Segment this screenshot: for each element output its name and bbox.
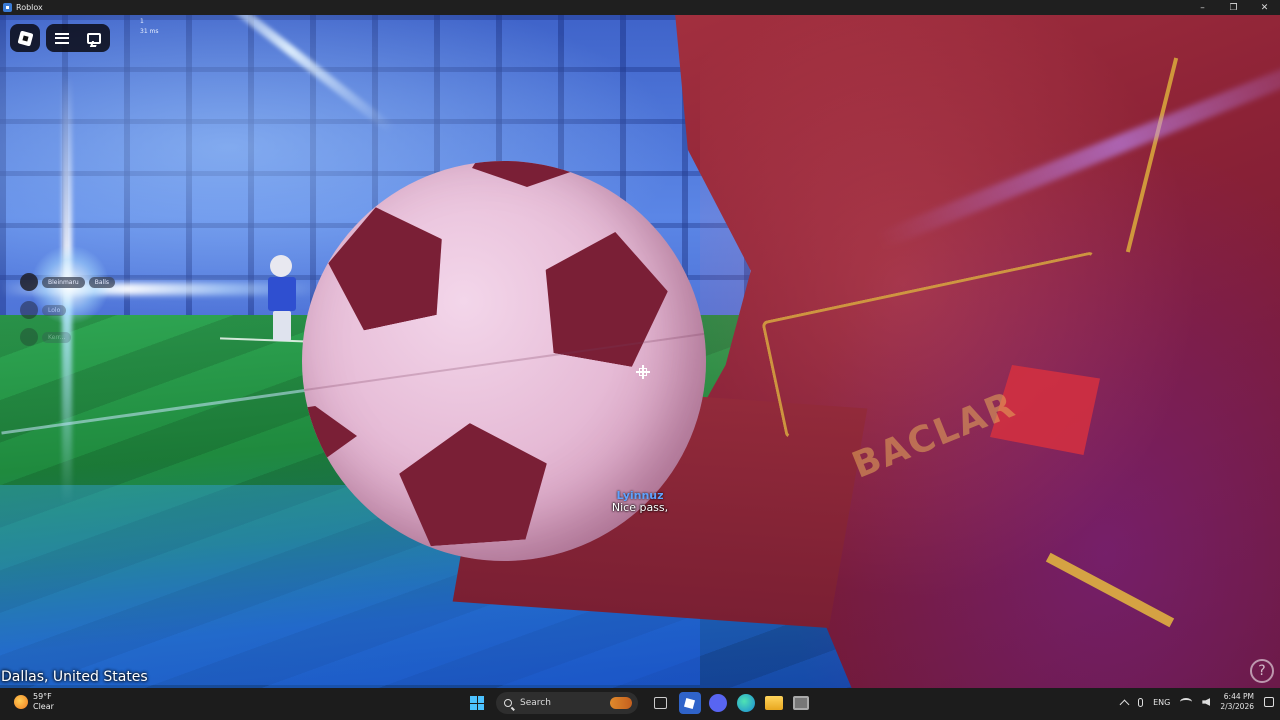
bubble-chat-message: Nice pass, [611,501,669,514]
taskbar-clock[interactable]: 6:44 PM 2/3/2026 [1220,692,1254,712]
performance-stats: 1 31 ms [140,17,159,37]
minimize-icon[interactable]: – [1187,3,1218,13]
player-list-row[interactable]: Bleinmaru Balls [20,273,116,291]
system-tray: ENG 6:44 PM 2/3/2026 [1111,692,1274,712]
player-list-row[interactable]: Lolo [20,301,67,319]
notification-icon[interactable] [1264,697,1274,707]
discord-icon[interactable] [709,694,727,712]
roblox-toolbar [46,24,110,52]
help-button[interactable]: ? [1250,659,1274,683]
weather-temp: 59°F [33,692,52,701]
clock-date: 2/3/2026 [1220,702,1254,711]
player-torso [268,277,296,311]
ball-seam [303,332,705,392]
player-legs [273,311,291,341]
ball-panel [472,161,582,187]
start-button[interactable] [466,692,488,714]
player-name: Lolo [42,304,67,316]
window-controls: – ❐ ✕ [1187,3,1280,13]
taskbar: 59°F Clear Search ENG 6:44 PM 2/3/2026 [0,688,1280,720]
search-highlight-icon [610,697,632,709]
edge-browser-icon[interactable] [737,694,755,712]
weather-icon [14,695,28,709]
search-placeholder: Search [520,698,551,708]
language-indicator[interactable]: ENG [1153,698,1170,707]
window-titlebar: Roblox – ❐ ✕ [0,0,1280,15]
bubble-chat: Lyinnuz Nice pass, [600,489,680,514]
location-caption: Dallas, United States [1,669,148,685]
taskbar-apps: Search [466,692,814,714]
crosshair-icon [636,365,650,379]
volume-icon[interactable] [1202,698,1211,706]
player-list-row[interactable]: Kerr... [20,328,72,346]
player-tag: Balls [88,276,116,288]
roblox-logo-icon [17,30,33,46]
weather-desc: Clear [33,702,54,711]
player-name: Kerr... [42,331,72,343]
microphone-icon[interactable] [1138,697,1144,707]
app-icon[interactable] [793,696,809,710]
player-name: Bleinmaru [42,276,85,288]
clock-time: 6:44 PM [1223,692,1254,701]
chat-icon[interactable] [87,32,101,44]
taskbar-search[interactable]: Search [496,692,638,714]
player-avatar [20,273,38,291]
stat-line: 1 [140,18,144,25]
ball-panel [302,406,357,466]
roblox-app-icon [3,3,12,12]
task-view-icon[interactable] [650,692,672,714]
player-avatar [20,328,38,346]
stat-line: 31 ms [140,28,159,35]
player-head [270,255,292,277]
restore-icon[interactable]: ❐ [1218,3,1249,13]
roblox-menu-button[interactable] [10,24,40,52]
roblox-taskbar-icon[interactable] [678,692,701,714]
wifi-icon[interactable] [1180,698,1193,706]
game-viewport[interactable]: BACLAR Bleinmaru Balls Lolo Kerr... Lyin… [0,15,1280,688]
hamburger-menu-icon[interactable] [55,32,69,44]
file-explorer-icon[interactable] [765,696,783,710]
player-character [262,253,302,343]
player-avatar [20,301,38,319]
weather-widget[interactable]: 59°F Clear [14,692,54,712]
search-icon [504,699,512,707]
window-title: Roblox [16,3,43,12]
close-icon[interactable]: ✕ [1249,3,1280,13]
chevron-up-icon[interactable] [1119,699,1130,709]
ball-panel [396,418,552,548]
